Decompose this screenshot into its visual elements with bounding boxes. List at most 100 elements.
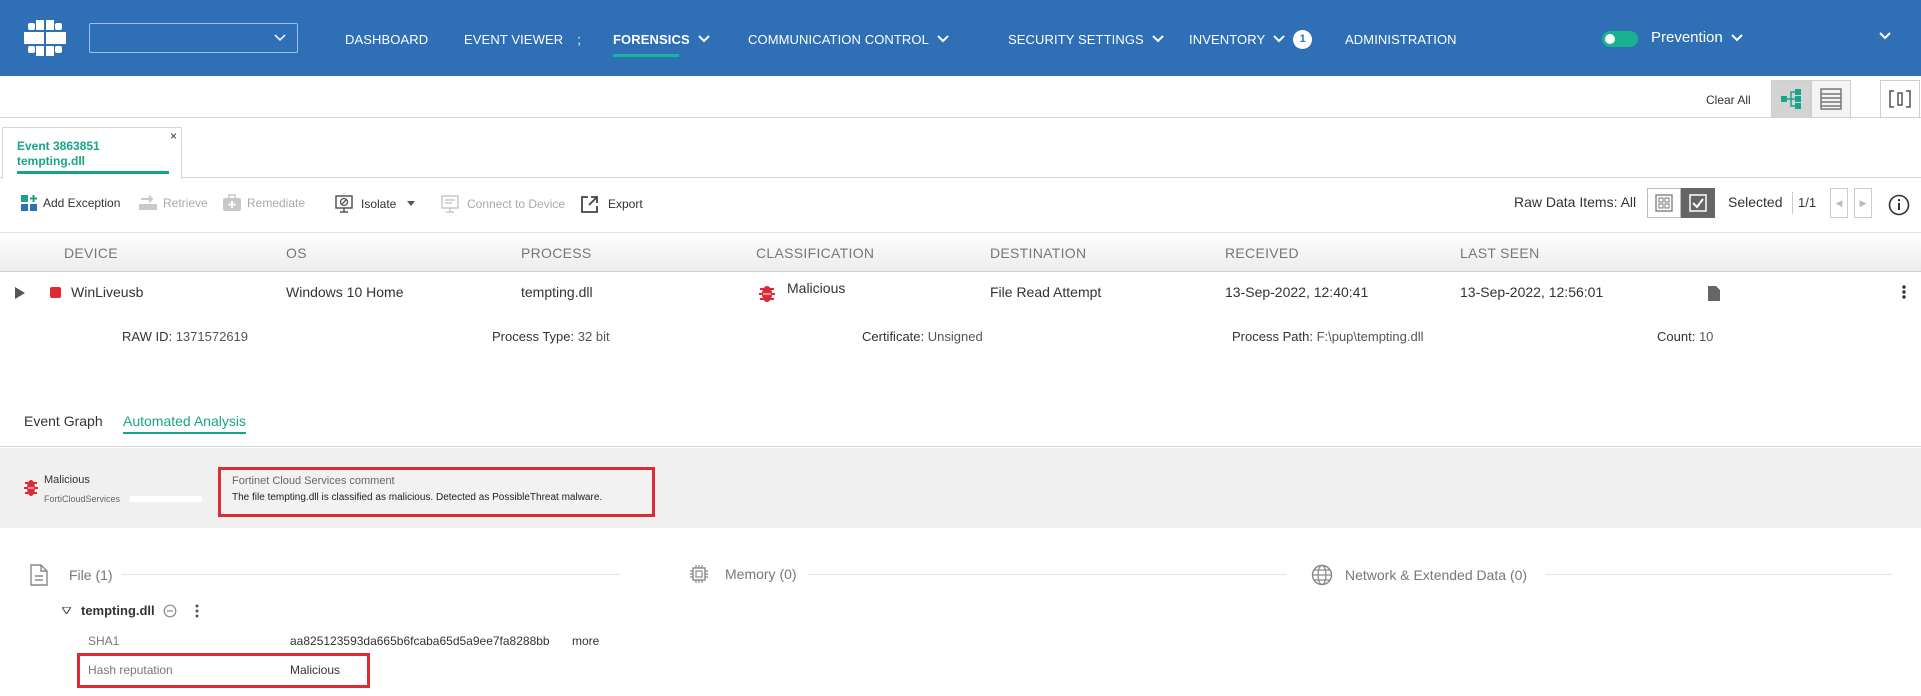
toggle-panel-button[interactable] [1880, 80, 1920, 118]
user-menu-chevron-icon[interactable] [1878, 30, 1892, 42]
previous-page-button[interactable]: ◀ [1830, 188, 1848, 218]
event-tab-strip: Event 3863851 tempting.dll × [0, 118, 1921, 179]
column-header-device[interactable]: DEVICE [64, 245, 118, 261]
export-button[interactable]: Export [580, 194, 643, 214]
collapse-triangle-icon[interactable] [62, 607, 71, 614]
file-tree-node[interactable]: tempting.dll [62, 603, 199, 618]
count-label: Count: [1657, 329, 1696, 344]
nav-administration[interactable]: ADMINISTRATION [1345, 29, 1457, 49]
next-page-button[interactable]: ▶ [1854, 188, 1872, 218]
nav-security-settings-label: SECURITY SETTINGS [1008, 31, 1144, 47]
raw-data-select-all-button[interactable] [1681, 188, 1715, 218]
remediate-icon [223, 194, 241, 211]
inventory-count-badge: 1 [1293, 29, 1313, 49]
chevron-down-icon [937, 35, 949, 43]
add-exception-icon [21, 195, 37, 211]
process-path-label: Process Path: [1232, 329, 1313, 344]
certificate-label: Certificate: [862, 329, 925, 344]
prevention-mode-toggle[interactable] [1602, 31, 1638, 47]
nav-event-viewer-label: EVENT VIEWER [464, 31, 564, 47]
file-menu-icon[interactable] [195, 604, 199, 618]
cell-destination: File Read Attempt [990, 284, 1102, 300]
event-tab-process: tempting.dll [17, 154, 85, 168]
nav-inventory[interactable]: INVENTORY 1 [1189, 29, 1313, 49]
tab-automated-analysis[interactable]: Automated Analysis [123, 413, 246, 429]
column-header-destination[interactable]: DESTINATION [990, 245, 1086, 261]
sha1-label: SHA1 [88, 634, 120, 648]
isolate-button[interactable]: Isolate [334, 194, 416, 214]
chevron-down-icon [274, 34, 286, 42]
connect-to-device-button[interactable]: Connect to Device [440, 194, 565, 214]
pager-count: 1/1 [1798, 195, 1817, 210]
count-field: Count: 10 [1657, 329, 1713, 344]
expand-row-icon[interactable] [15, 287, 25, 299]
malicious-bug-icon [24, 480, 38, 496]
chevron-down-icon [1273, 35, 1285, 43]
chevron-down-icon [698, 35, 710, 43]
retrieve-label: Retrieve [163, 196, 208, 210]
event-table-header: DEVICE OS PROCESS CLASSIFICATION DESTINA… [0, 232, 1921, 272]
organization-select[interactable] [89, 23, 298, 53]
cell-process: tempting.dll [521, 284, 593, 300]
nav-communication-control[interactable]: COMMUNICATION CONTROL [748, 29, 949, 49]
device-status-icon [50, 287, 61, 298]
isolate-label: Isolate [361, 197, 397, 211]
prevention-mode-select[interactable]: Prevention [1651, 29, 1743, 46]
nav-security-settings[interactable]: SECURITY SETTINGS [1008, 29, 1164, 49]
column-header-last-seen[interactable]: LAST SEEN [1460, 245, 1539, 261]
clear-all-button[interactable]: Clear All [1706, 93, 1751, 107]
table-row[interactable]: WinLiveusb Windows 10 Home tempting.dll … [0, 272, 1921, 312]
verdict-bar [130, 496, 202, 502]
nav-forensics[interactable]: FORENSICS [613, 29, 710, 49]
file-name: tempting.dll [81, 603, 155, 618]
retrieve-button[interactable]: Retrieve [138, 194, 208, 212]
globe-icon [1311, 564, 1333, 586]
nav-forensics-label: FORENSICS [613, 31, 690, 47]
document-icon[interactable] [1708, 286, 1720, 301]
file-section-header[interactable]: File (1) [29, 564, 113, 586]
tab-event-graph[interactable]: Event Graph [24, 413, 103, 429]
event-tab[interactable]: Event 3863851 tempting.dll × [2, 127, 182, 179]
memory-section-header[interactable]: Memory (0) [689, 564, 797, 584]
network-section-header[interactable]: Network & Extended Data (0) [1311, 564, 1527, 586]
remediate-button[interactable]: Remediate [222, 194, 305, 212]
certificate-field: Certificate: Unsigned [862, 329, 983, 344]
file-icon [30, 564, 48, 586]
verdict-source: FortiCloudServices [44, 494, 121, 504]
graph-view-button[interactable] [1771, 80, 1811, 118]
close-tab-icon[interactable]: × [170, 129, 177, 143]
raw-data-items-label: Raw Data Items: All [1514, 194, 1637, 210]
chevron-right-icon: ▶ [1859, 197, 1867, 208]
more-link[interactable]: more [572, 634, 599, 648]
nav-event-viewer[interactable]: EVENT VIEWER; [464, 29, 581, 49]
sha1-value: aa825123593da665b6fcaba65d5a9ee7fa8288bb [290, 634, 550, 648]
column-header-process[interactable]: PROCESS [521, 245, 592, 261]
memory-section-label: Memory (0) [725, 566, 797, 582]
nav-dashboard[interactable]: DASHBOARD [345, 29, 428, 49]
file-section-divider [122, 574, 620, 575]
info-icon[interactable] [1888, 194, 1910, 216]
row-menu-icon[interactable] [1902, 285, 1906, 299]
minus-circle-icon[interactable] [163, 604, 177, 618]
expand-panel-icon [1889, 90, 1911, 108]
raw-data-grid-button[interactable] [1647, 188, 1681, 218]
list-view-button[interactable] [1811, 80, 1851, 118]
column-header-os[interactable]: OS [286, 245, 307, 261]
column-header-classification[interactable]: CLASSIFICATION [756, 245, 874, 261]
network-section-label: Network & Extended Data (0) [1345, 567, 1528, 583]
cloud-comment-title: Fortinet Cloud Services comment [232, 475, 395, 487]
cloud-comment-text: The file tempting.dll is classified as m… [232, 492, 603, 503]
hash-reputation-value: Malicious [290, 663, 341, 677]
memory-section-divider [808, 574, 1286, 575]
checkbox-checked-icon [1689, 194, 1707, 212]
add-exception-button[interactable]: Add Exception [20, 194, 120, 212]
event-tab-id: Event 3863851 [17, 139, 100, 153]
malicious-bug-icon [759, 286, 775, 302]
chevron-left-icon: ◀ [1835, 197, 1843, 208]
tree-view-icon [1781, 89, 1801, 109]
column-header-received[interactable]: RECEIVED [1225, 245, 1299, 261]
cell-last-seen: 13-Sep-2022, 12:56:01 [1460, 284, 1604, 300]
fortinet-logo-icon[interactable] [24, 20, 66, 56]
nav-administration-label: ADMINISTRATION [1345, 31, 1457, 47]
verdict-label: Malicious [44, 474, 90, 486]
